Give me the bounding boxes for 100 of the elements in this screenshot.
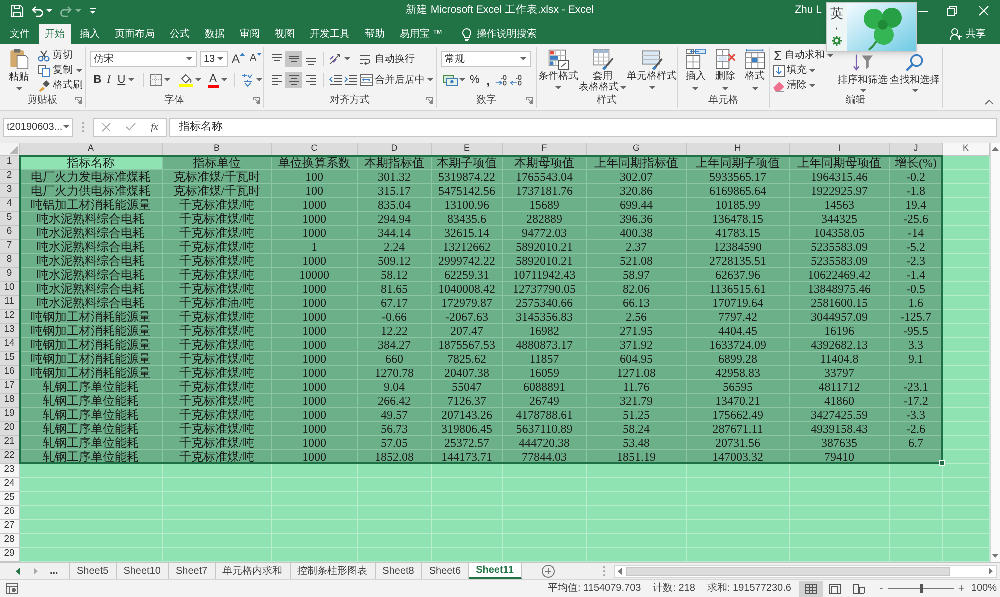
row-header[interactable]: 4 [0,198,20,212]
sort-filter-button[interactable]: 排序和筛选 [837,53,889,93]
row-header[interactable]: 23 [0,464,20,478]
format-button[interactable]: 格式 [741,49,770,91]
increase-indent-button[interactable] [343,72,358,88]
row-header[interactable]: 6 [0,226,20,240]
format-painter-button[interactable]: 格式刷 [36,78,85,93]
scrollbar-thumb[interactable] [626,566,950,576]
input-mode-indicator[interactable]: 英 [830,6,844,21]
ribbon-tab[interactable]: 开发工具 [304,24,356,44]
column-header[interactable]: I [790,143,890,156]
font-name-field[interactable]: 仿宋 [90,51,197,67]
column-header[interactable]: E [432,143,503,156]
number-format-field[interactable]: 常规 [441,51,531,67]
column-header[interactable]: D [358,143,432,156]
column-header[interactable]: A [20,143,163,156]
row-header[interactable]: 13 [0,324,20,338]
row-header[interactable]: 20 [0,422,20,436]
gear-icon[interactable] [832,36,842,46]
accounting-format-button[interactable] [443,72,466,88]
vertical-dots-icon[interactable] [603,566,606,576]
row-header[interactable]: 11 [0,296,20,310]
dialog-launcher-icon[interactable] [75,97,82,104]
ribbon-tab[interactable]: 页面布局 [109,24,161,44]
orientation-button[interactable] [328,51,351,67]
normal-view-button[interactable] [799,580,824,596]
row-header[interactable]: 29 [0,548,20,562]
column-header[interactable]: J [890,143,943,156]
scroll-up-icon[interactable] [992,147,999,151]
conditional-formatting-button[interactable]: 条件格式 [538,49,579,90]
row-header[interactable]: 26 [0,506,20,520]
fill-color-button[interactable] [178,72,202,88]
column-header[interactable]: H [687,143,790,156]
format-as-table-button[interactable]: 套用 表格格式 [579,49,627,93]
column-header[interactable]: B [163,143,272,156]
tell-me-search[interactable]: 操作说明搜索 [462,24,537,44]
ribbon-tab[interactable]: 文件 [4,24,36,44]
row-header[interactable]: 19 [0,408,20,422]
row-header[interactable]: 28 [0,534,20,548]
row-header[interactable]: 8 [0,254,20,268]
row-header[interactable]: 2 [0,170,20,184]
autosum-button[interactable]: Σ 自动求和 [773,48,834,63]
copy-button[interactable]: 复制 [36,63,85,78]
insert-button[interactable]: 插入 [682,49,710,91]
ribbon-tab[interactable]: 易用宝 ™ [394,24,449,44]
zoom-out-button[interactable]: - [877,582,886,594]
wrap-text-button[interactable]: 自动换行 [359,51,415,67]
phonetic-guide-button[interactable] [240,72,263,88]
row-header[interactable]: 27 [0,520,20,534]
center-button[interactable] [285,72,302,88]
delete-button[interactable]: 删除 [712,49,740,91]
decrease-indent-button[interactable] [328,72,343,88]
fill-handle[interactable] [939,460,945,466]
row-header[interactable]: 17 [0,380,20,394]
zoom-slider-thumb[interactable] [920,584,923,593]
row-header[interactable]: 3 [0,184,20,198]
font-color-button[interactable]: A [208,72,228,88]
row-header[interactable]: 12 [0,310,20,324]
row-header[interactable]: 15 [0,352,20,366]
underline-button[interactable]: U [116,72,137,88]
insert-function-button[interactable]: fx [151,120,158,134]
zoom-slider[interactable] [888,584,954,593]
row-header[interactable]: 16 [0,366,20,380]
dialog-launcher-icon[interactable] [426,97,433,104]
zoom-in-button[interactable]: + [957,582,966,594]
horizontal-scrollbar[interactable] [614,564,997,578]
macro-record-icon[interactable] [6,583,18,594]
row-header[interactable]: 14 [0,338,20,352]
ribbon-tab[interactable]: 数据 [199,24,231,44]
italic-button[interactable]: I [104,72,114,88]
ribbon-tab[interactable]: 帮助 [359,24,391,44]
ribbon-tab[interactable]: 视图 [269,24,301,44]
ribbon-tab[interactable]: 插入 [74,24,106,44]
formula-input[interactable]: 指标名称 [169,118,997,136]
more-sheets-button[interactable]: ... [50,563,58,579]
fill-button[interactable]: 填充 [773,63,816,78]
cut-button[interactable]: 剪切 [36,48,85,63]
column-header[interactable]: F [503,143,587,156]
ribbon-tab[interactable]: 公式 [164,24,196,44]
vertical-dots-icon[interactable] [82,122,85,132]
dialog-launcher-icon[interactable] [253,97,260,104]
row-header[interactable]: 22 [0,450,20,464]
scroll-down-icon[interactable] [992,554,999,558]
name-box[interactable]: t20190603... [3,118,73,136]
add-sheet-icon[interactable] [542,564,555,578]
row-header[interactable]: 10 [0,282,20,296]
cell-styles-button[interactable]: 单元格样式 [627,49,677,90]
row-header[interactable]: 5 [0,212,20,226]
column-header[interactable]: C [272,143,358,156]
percent-button[interactable]: % [468,72,482,88]
borders-button[interactable] [150,72,171,88]
row-header[interactable]: 24 [0,478,20,492]
share-button[interactable]: 共享 [950,24,986,44]
row-header[interactable]: 18 [0,394,20,408]
collapse-ribbon-icon[interactable] [985,100,994,105]
find-select-button[interactable]: 查找和选择 [889,53,941,93]
shrink-font-button[interactable]: A [249,51,263,67]
sheet-tab[interactable]: Sheet11 [469,563,522,579]
row-header[interactable]: 9 [0,268,20,282]
grow-font-button[interactable]: A [231,51,246,67]
